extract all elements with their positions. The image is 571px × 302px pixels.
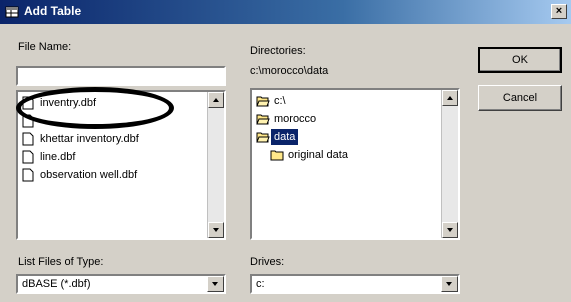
- scroll-down-button[interactable]: [442, 222, 458, 238]
- directory-list-scrollbar[interactable]: [441, 90, 458, 238]
- add-table-dialog: Add Table × File Name: inventry.dbf khet…: [0, 0, 571, 302]
- arrow-down-icon: [447, 228, 453, 232]
- title-bar[interactable]: Add Table ×: [0, 0, 571, 24]
- scroll-up-button[interactable]: [208, 92, 224, 108]
- table-icon: [5, 6, 19, 18]
- ok-button[interactable]: OK: [478, 47, 562, 73]
- arrow-down-icon: [213, 228, 219, 232]
- close-button[interactable]: ×: [551, 4, 567, 19]
- file-name-input[interactable]: [16, 66, 226, 86]
- folder-icon: [270, 150, 284, 161]
- open-folder-icon: [256, 114, 270, 125]
- open-folder-icon: [256, 96, 270, 107]
- directory-list[interactable]: c:\ morocco data original data: [250, 88, 460, 240]
- arrow-up-icon: [213, 98, 219, 102]
- drives-label: Drives:: [250, 256, 285, 268]
- current-directory-path: c:\morocco\data: [250, 65, 329, 77]
- annotation-ellipse: [16, 87, 174, 129]
- cancel-button[interactable]: Cancel: [478, 85, 562, 111]
- arrow-up-icon: [447, 96, 453, 100]
- chevron-down-icon: [446, 282, 452, 286]
- directories-label: Directories:: [250, 45, 306, 57]
- scroll-down-button[interactable]: [208, 222, 224, 238]
- document-icon: [22, 168, 34, 182]
- drives-dropdown-button[interactable]: [441, 276, 458, 292]
- file-type-dropdown-button[interactable]: [207, 276, 224, 292]
- open-folder-icon: [256, 132, 270, 143]
- file-type-label: List Files of Type:: [18, 256, 104, 268]
- drives-select[interactable]: c:: [250, 274, 460, 294]
- close-icon: ×: [555, 5, 563, 17]
- scroll-up-button[interactable]: [442, 90, 458, 106]
- dialog-title: Add Table: [24, 4, 82, 18]
- file-name-label: File Name:: [18, 41, 72, 53]
- file-list-scrollbar[interactable]: [207, 92, 224, 238]
- file-type-select[interactable]: dBASE (*.dbf): [16, 274, 226, 294]
- drive-icon-value: c:: [256, 278, 265, 290]
- chevron-down-icon: [212, 282, 218, 286]
- document-icon: [22, 150, 34, 164]
- document-icon: [22, 132, 34, 146]
